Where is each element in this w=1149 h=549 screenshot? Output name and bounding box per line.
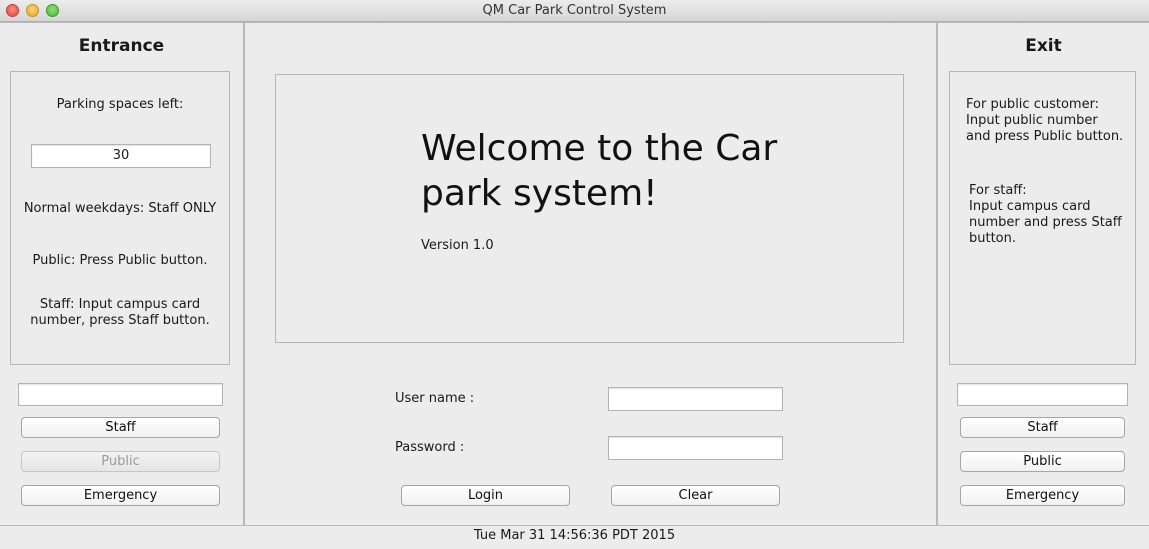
public-info: Public: Press Public button.	[32, 253, 208, 268]
exit-title: Exit	[1025, 36, 1062, 56]
window-title: QM Car Park Control System	[482, 3, 667, 18]
username-label: User name :	[395, 391, 475, 406]
staff-instructions-line: For staff:	[969, 183, 1027, 198]
parking-spaces-label: Parking spaces left:	[56, 97, 184, 112]
staff-info-line: Staff: Input campus card	[39, 297, 201, 312]
clear-button[interactable]: Clear	[611, 485, 780, 506]
staff-info-line: number, press Staff button.	[30, 313, 210, 328]
public-instructions-line: For public customer:	[966, 97, 1100, 112]
entrance-staff-button[interactable]: Staff	[21, 417, 220, 438]
password-label: Password :	[395, 440, 465, 455]
exit-emergency-button[interactable]: Emergency	[960, 485, 1125, 506]
version-label: Version 1.0	[421, 238, 494, 253]
entrance-public-button[interactable]: Public	[21, 451, 220, 472]
login-panel: Welcome to the Car park system! Version …	[244, 22, 937, 526]
entrance-panel: Entrance Parking spaces left: 30 Normal …	[0, 22, 244, 526]
welcome-line: Welcome to the Car	[421, 128, 778, 169]
status-datetime: Tue Mar 31 14:56:36 PDT 2015	[473, 528, 676, 543]
exit-panel: Exit For public customer: Input public n…	[937, 22, 1149, 526]
exit-staff-button[interactable]: Staff	[960, 417, 1125, 438]
exit-card-input[interactable]	[957, 383, 1128, 406]
exit-info-box: For public customer: Input public number…	[949, 71, 1136, 365]
login-button[interactable]: Login	[401, 485, 570, 506]
public-instructions: For public customer: Input public number…	[966, 97, 1123, 145]
staff-instructions-line: number and press Staff	[969, 215, 1122, 230]
entrance-title: Entrance	[78, 36, 165, 56]
staff-instructions-line: Input campus card	[969, 199, 1091, 214]
username-input[interactable]	[608, 387, 783, 411]
parking-spaces-value: 30	[31, 144, 211, 168]
welcome-heading: Welcome to the Car park system!	[421, 126, 841, 216]
exit-public-button[interactable]: Public	[960, 451, 1125, 472]
window-titlebar: QM Car Park Control System	[0, 0, 1149, 22]
entrance-card-input[interactable]	[18, 383, 223, 406]
weekdays-info: Normal weekdays: Staff ONLY	[23, 201, 217, 216]
entrance-info-box: Parking spaces left: 30 Normal weekdays:…	[10, 71, 230, 365]
public-instructions-line: Input public number	[966, 113, 1098, 128]
staff-instructions: For staff: Input campus card number and …	[969, 183, 1122, 247]
entrance-emergency-button[interactable]: Emergency	[21, 485, 220, 506]
staff-info: Staff: Input campus card number, press S…	[11, 297, 229, 329]
password-input[interactable]	[608, 436, 783, 460]
staff-instructions-line: button.	[969, 231, 1017, 246]
public-instructions-line: and press Public button.	[966, 129, 1124, 144]
welcome-line: park system!	[421, 173, 658, 214]
